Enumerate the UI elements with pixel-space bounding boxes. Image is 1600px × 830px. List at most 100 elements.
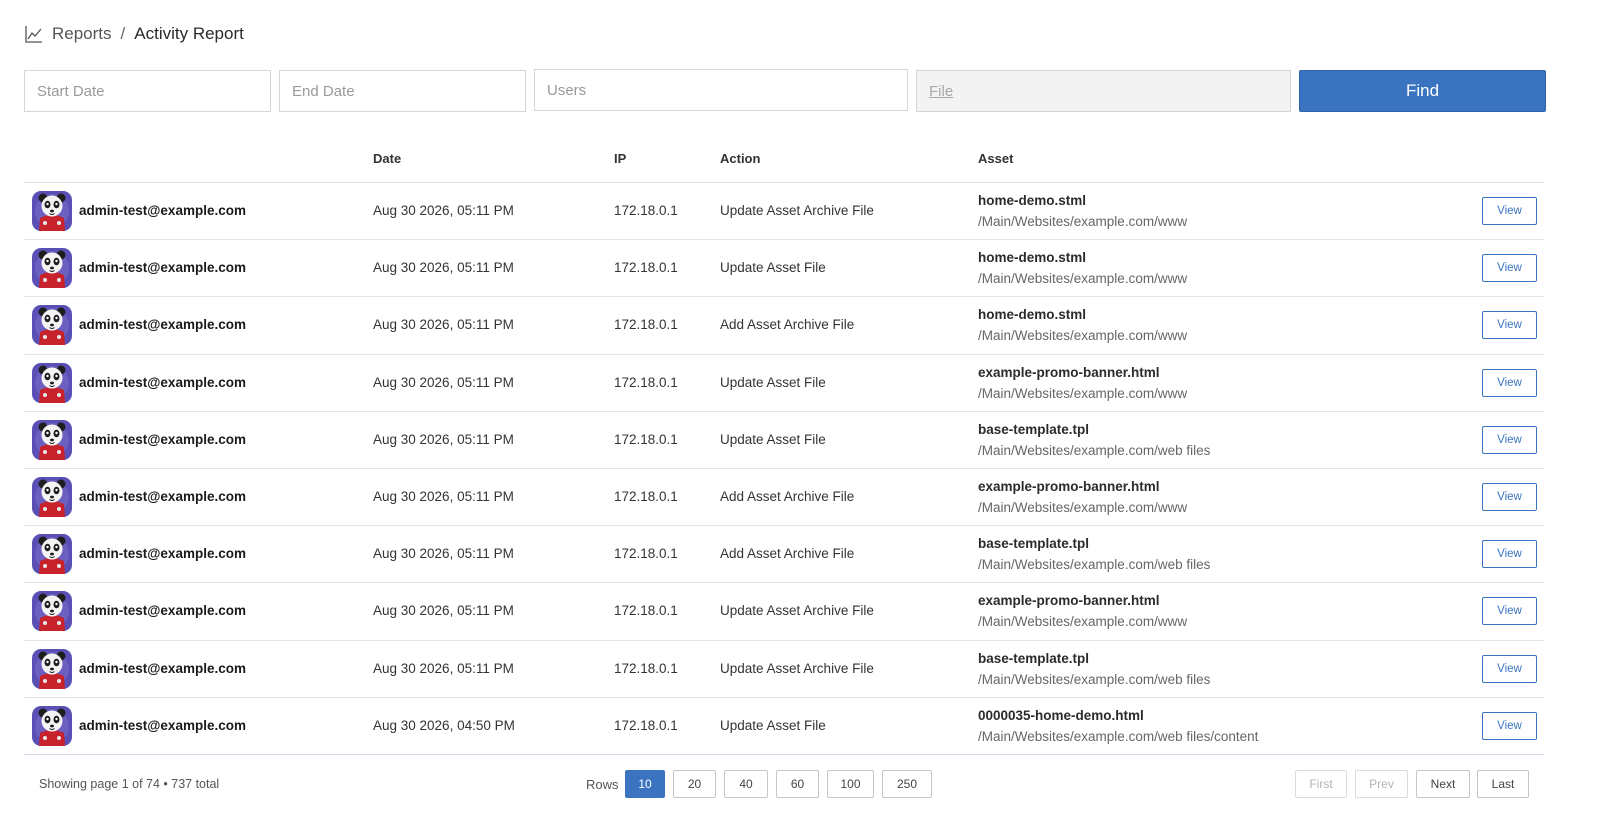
row-ip: 172.18.0.1 [614, 260, 678, 276]
rows-option-button[interactable]: 250 [882, 770, 932, 798]
header-asset: Asset [978, 151, 1014, 166]
last-page-button[interactable]: Last [1477, 770, 1529, 798]
row-date: Aug 30 2026, 05:11 PM [373, 660, 514, 676]
table-header: Date IP Action Asset [24, 138, 1544, 183]
rows-option-button[interactable]: 40 [724, 770, 768, 798]
row-asset-path: /Main/Websites/example.com/web files/con… [978, 728, 1259, 744]
row-date: Aug 30 2026, 04:50 PM [373, 717, 515, 733]
rows-option-button[interactable]: 100 [827, 770, 874, 798]
row-user-email: admin-test@example.com [79, 660, 246, 676]
row-action: Update Asset File [720, 374, 826, 390]
row-ip: 172.18.0.1 [614, 603, 678, 619]
view-button[interactable]: View [1482, 368, 1537, 397]
row-ip: 172.18.0.1 [614, 374, 678, 390]
row-ip: 172.18.0.1 [614, 660, 678, 676]
line-chart-icon [24, 24, 44, 44]
row-asset-path: /Main/Websites/example.com/web files [978, 671, 1211, 687]
table-row: admin-test@example.com Aug 30 2026, 05:1… [24, 412, 1544, 469]
rows-option-button[interactable]: 10 [625, 770, 665, 798]
row-ip: 172.18.0.1 [614, 546, 678, 562]
row-action: Update Asset Archive File [720, 660, 874, 676]
table-row: admin-test@example.com Aug 30 2026, 05:1… [24, 183, 1544, 241]
row-action: Add Asset Archive File [720, 317, 855, 333]
table-row: admin-test@example.com Aug 30 2026, 05:1… [24, 355, 1544, 412]
view-button[interactable]: View [1482, 711, 1537, 740]
row-asset-name: base-template.tpl [978, 421, 1090, 437]
row-user-email: admin-test@example.com [79, 317, 246, 333]
showing-text: Showing page 1 of 74 • 737 total [39, 777, 220, 791]
view-button[interactable]: View [1482, 311, 1537, 340]
row-asset-path: /Main/Websites/example.com/www [978, 385, 1188, 401]
header-action: Action [720, 151, 761, 166]
row-ip: 172.18.0.1 [614, 317, 678, 333]
row-asset-path: /Main/Websites/example.com/www [978, 328, 1188, 344]
breadcrumb-separator: / [120, 24, 126, 43]
users-input[interactable] [534, 69, 908, 111]
row-ip: 172.18.0.1 [614, 717, 678, 733]
table-row: admin-test@example.com Aug 30 2026, 05:1… [24, 469, 1544, 527]
panda-avatar-icon [32, 191, 72, 231]
view-button[interactable]: View [1482, 197, 1537, 225]
row-asset-name: 0000035-home-demo.html [978, 707, 1144, 723]
row-asset-path: /Main/Websites/example.com/www [978, 499, 1188, 515]
breadcrumb: Reports / Activity Report [24, 22, 244, 46]
view-button[interactable]: View [1482, 654, 1537, 683]
row-user-email: admin-test@example.com [79, 603, 246, 619]
row-action: Update Asset File [720, 431, 826, 447]
row-user-email: admin-test@example.com [79, 431, 246, 447]
start-date-input[interactable] [24, 70, 271, 112]
panda-avatar-icon [32, 305, 72, 346]
rows-option-button[interactable]: 60 [776, 770, 819, 798]
row-asset-path: /Main/Websites/example.com/www [978, 614, 1188, 630]
panda-avatar-icon [32, 476, 72, 517]
page-title: Activity Report [134, 24, 244, 43]
view-button[interactable]: View [1482, 482, 1537, 511]
row-date: Aug 30 2026, 05:11 PM [373, 260, 514, 276]
panda-avatar-icon [32, 534, 72, 575]
view-button[interactable]: View [1482, 254, 1537, 283]
header-date: Date [373, 151, 402, 166]
prev-page-button[interactable]: Prev [1355, 770, 1408, 798]
panda-avatar-icon [32, 419, 72, 460]
end-date-input[interactable] [279, 70, 526, 112]
table-row: admin-test@example.com Aug 30 2026, 05:1… [24, 641, 1544, 698]
row-asset-name: home-demo.stml [978, 307, 1087, 323]
row-user-email: admin-test@example.com [79, 260, 246, 276]
row-action: Update Asset File [720, 260, 826, 276]
row-user-email: admin-test@example.com [79, 488, 246, 504]
panda-avatar-icon [32, 648, 72, 689]
row-asset-path: /Main/Websites/example.com/www [978, 214, 1188, 229]
row-date: Aug 30 2026, 05:11 PM [373, 431, 514, 447]
table-body: admin-test@example.com Aug 30 2026, 05:1… [24, 183, 1544, 755]
table-row: admin-test@example.com Aug 30 2026, 05:1… [24, 583, 1544, 641]
row-asset-name: base-template.tpl [978, 650, 1090, 666]
row-action: Add Asset Archive File [720, 546, 855, 562]
row-date: Aug 30 2026, 05:11 PM [373, 203, 514, 218]
panda-avatar-icon [32, 248, 72, 289]
panda-avatar-icon [32, 705, 72, 746]
filter-bar: Find [24, 69, 1576, 112]
row-asset-name: base-template.tpl [978, 536, 1090, 552]
row-date: Aug 30 2026, 05:11 PM [373, 374, 514, 390]
row-ip: 172.18.0.1 [614, 431, 678, 447]
row-asset-name: home-demo.stml [978, 250, 1087, 266]
view-button[interactable]: View [1482, 425, 1537, 454]
row-date: Aug 30 2026, 05:11 PM [373, 488, 514, 504]
next-page-button[interactable]: Next [1416, 770, 1470, 798]
row-ip: 172.18.0.1 [614, 488, 678, 504]
breadcrumb-reports-link[interactable]: Reports [52, 24, 112, 44]
find-button[interactable]: Find [1299, 70, 1546, 112]
row-asset-name: example-promo-banner.html [978, 364, 1160, 380]
table-row: admin-test@example.com Aug 30 2026, 05:1… [24, 297, 1544, 355]
view-button[interactable]: View [1482, 540, 1537, 569]
view-button[interactable]: View [1482, 597, 1537, 626]
first-page-button[interactable]: First [1295, 770, 1347, 798]
row-user-email: admin-test@example.com [79, 717, 246, 733]
file-input[interactable] [916, 70, 1291, 112]
row-asset-path: /Main/Websites/example.com/web files [978, 442, 1211, 458]
table-row: admin-test@example.com Aug 30 2026, 05:1… [24, 240, 1544, 298]
row-date: Aug 30 2026, 05:11 PM [373, 603, 514, 619]
rows-option-button[interactable]: 20 [673, 770, 716, 798]
row-action: Update Asset Archive File [720, 203, 874, 218]
row-asset-name: example-promo-banner.html [978, 593, 1160, 609]
